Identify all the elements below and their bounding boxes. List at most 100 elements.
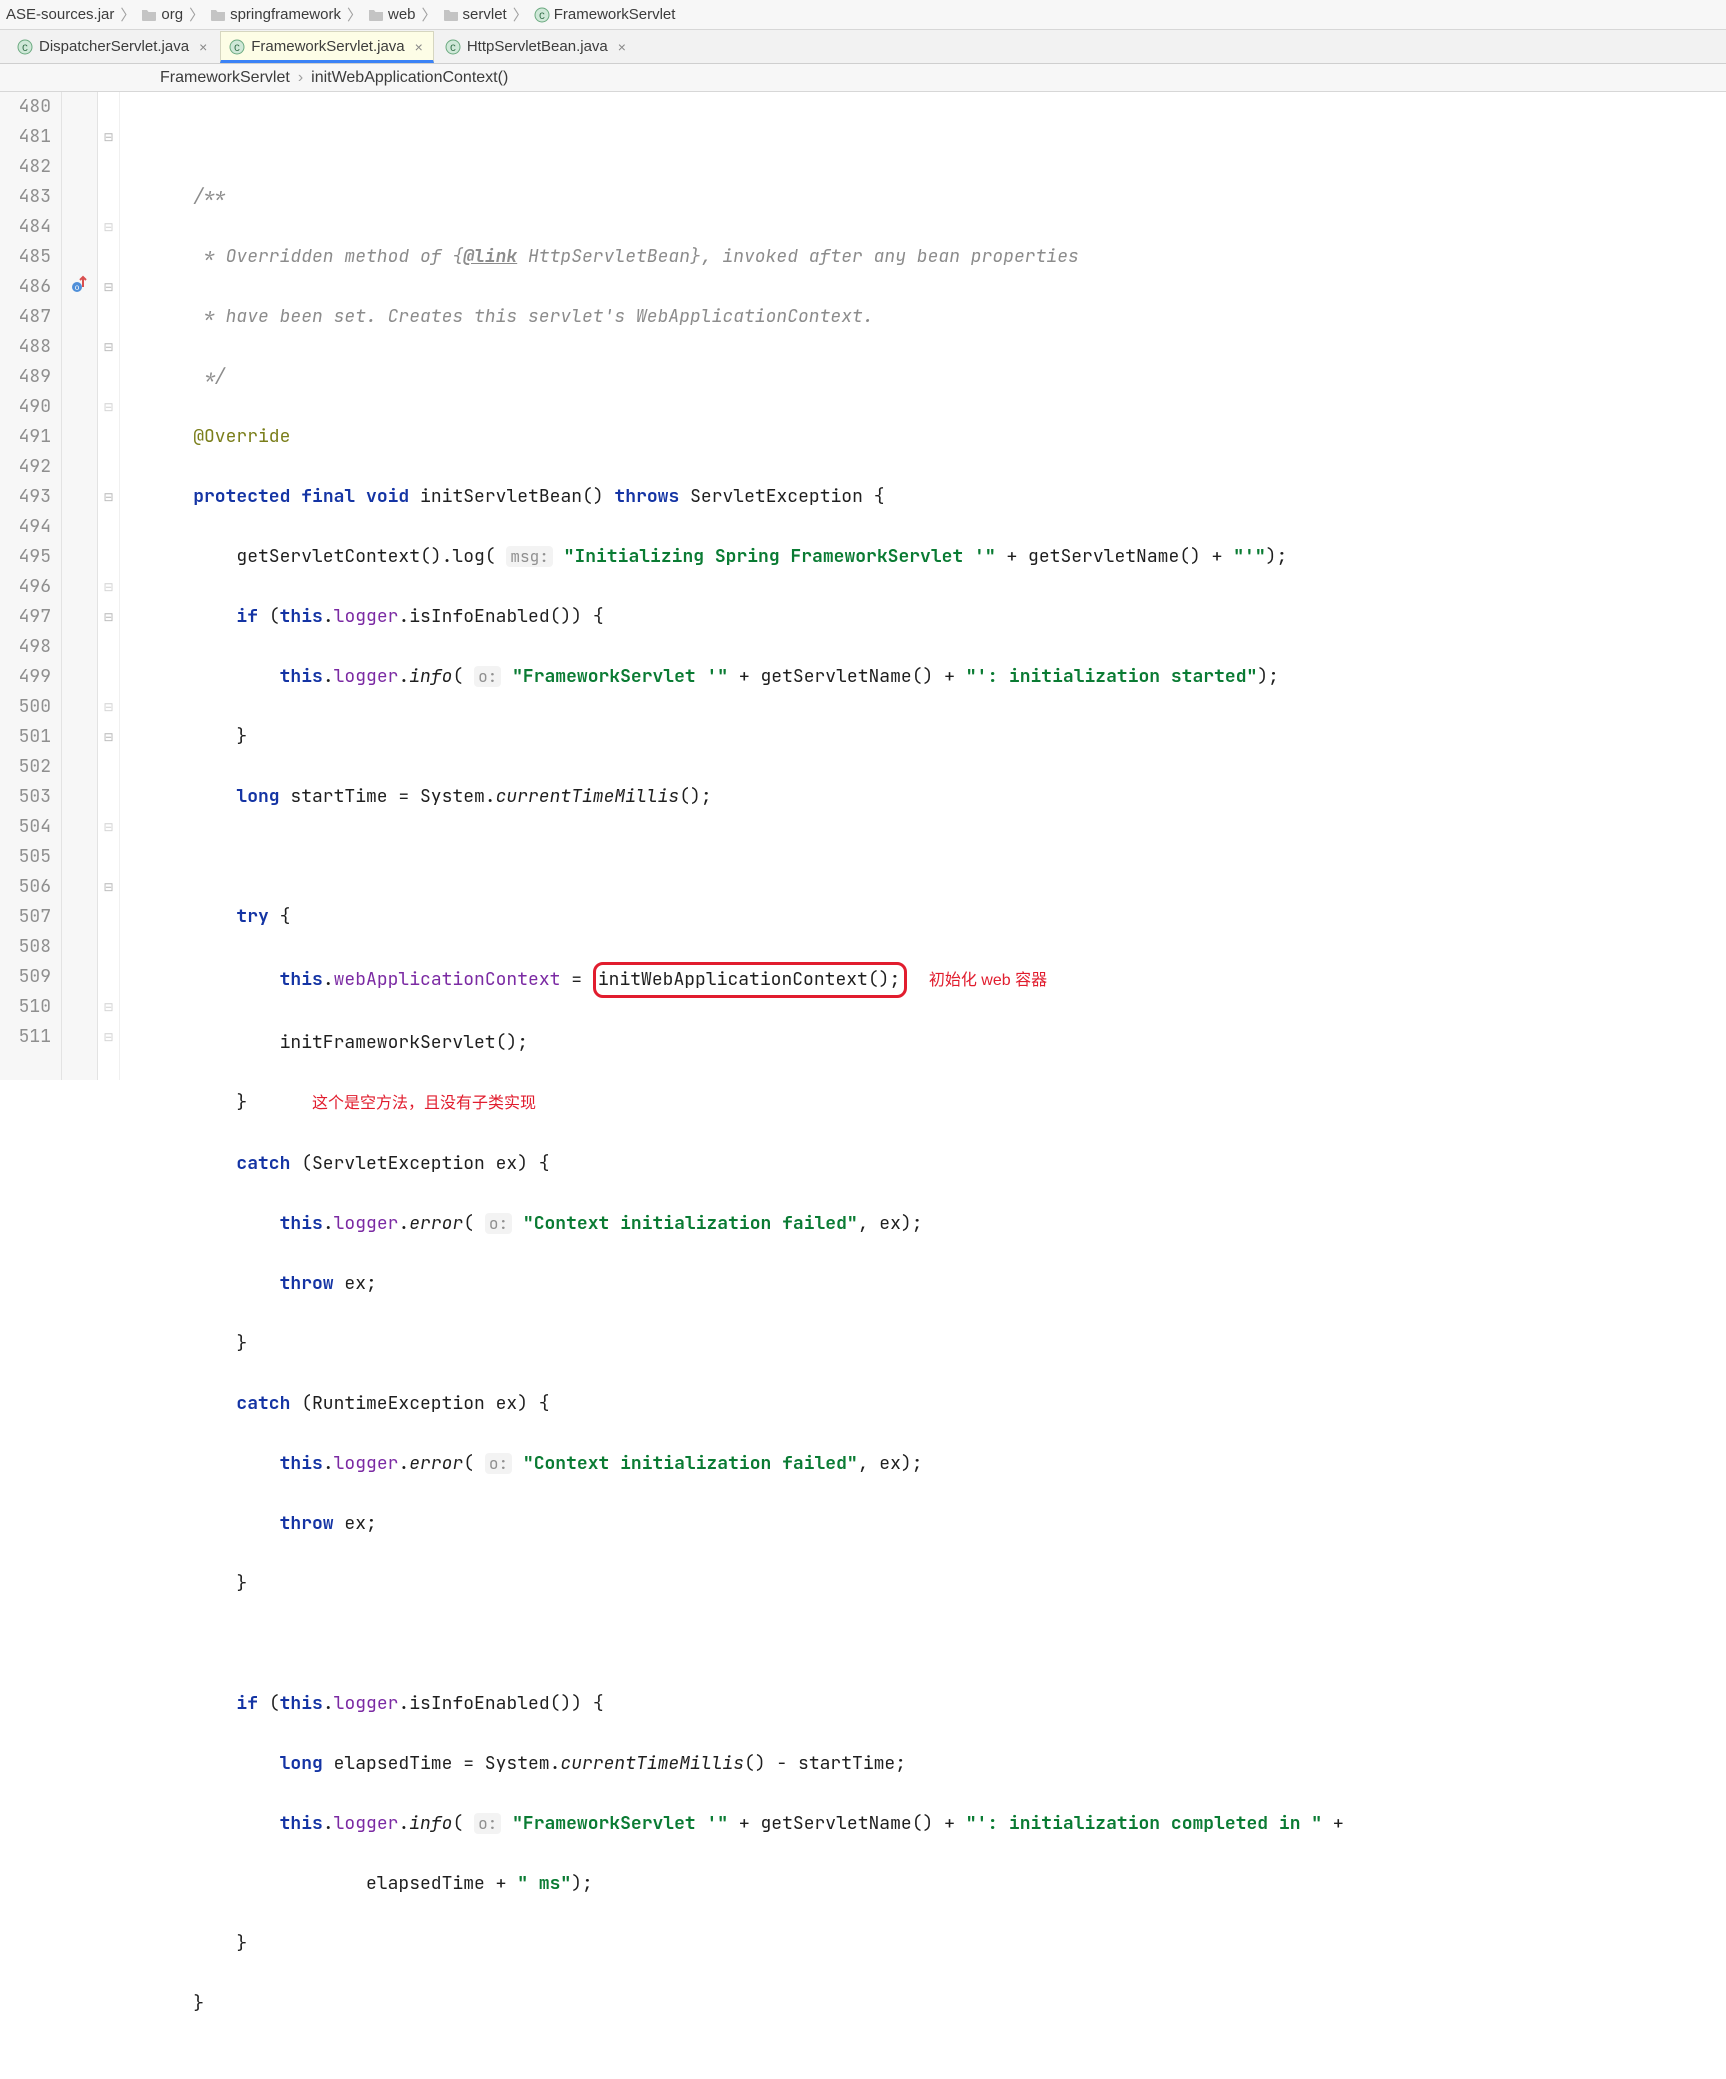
code-line: long startTime = System.currentTimeMilli… (150, 782, 1726, 812)
folder-icon (210, 8, 226, 22)
highlight-box: initWebApplicationContext(); (593, 962, 907, 998)
fold-open-icon[interactable] (98, 722, 119, 752)
line-number-gutter: 4804814824834844854864874884894904914924… (0, 92, 62, 1080)
class-icon: C (534, 7, 550, 23)
code-line: @Override (150, 422, 1726, 452)
fold-close-icon[interactable] (98, 392, 119, 422)
svg-text:o: o (75, 284, 80, 293)
tab-framework[interactable]: C FrameworkServlet.java × (220, 31, 434, 63)
code-line: throw ex; (150, 1509, 1726, 1539)
code-line: } (150, 1569, 1726, 1599)
code-line: this.logger.error( o: "Context initializ… (150, 1209, 1726, 1239)
tab-dispatcher[interactable]: C DispatcherServlet.java × (8, 31, 218, 63)
svg-text:C: C (234, 44, 240, 55)
folder-icon (368, 8, 384, 22)
code-line: this.logger.info( o: "FrameworkServlet '… (150, 1809, 1726, 1839)
method-path-method[interactable]: initWebApplicationContext() (311, 69, 508, 87)
close-icon[interactable]: × (199, 39, 207, 55)
fold-close-icon[interactable] (98, 212, 119, 242)
folder-icon (141, 8, 157, 22)
code-line (150, 122, 1726, 152)
code-line: } 这个是空方法，且没有子类实现 (150, 1088, 1726, 1119)
chevron-right-icon: 〉 (189, 4, 204, 25)
code-line: this.logger.error( o: "Context initializ… (150, 1449, 1726, 1479)
fold-close-icon[interactable] (98, 692, 119, 722)
code-line: elapsedTime + " ms"); (150, 1869, 1726, 1899)
code-line: getServletContext().log( msg: "Initializ… (150, 542, 1726, 572)
code-line: } (150, 1989, 1726, 2019)
crumb-web-label: web (388, 6, 416, 23)
code-line: catch (ServletException ex) { (150, 1149, 1726, 1179)
fold-close-icon[interactable] (98, 572, 119, 602)
fold-open-icon[interactable] (98, 482, 119, 512)
code-line: this.logger.info( o: "FrameworkServlet '… (150, 662, 1726, 692)
code-area[interactable]: /** * Overridden method of {@link HttpSe… (120, 92, 1726, 1080)
crumb-web[interactable]: web (368, 6, 416, 23)
svg-text:C: C (450, 44, 456, 55)
code-line: if (this.logger.isInfoEnabled()) { (150, 602, 1726, 632)
fold-open-icon[interactable] (98, 122, 119, 152)
svg-text:C: C (539, 12, 545, 23)
fold-close-icon[interactable] (98, 812, 119, 842)
crumb-org[interactable]: org (141, 6, 183, 23)
code-line: throw ex; (150, 1269, 1726, 1299)
chevron-right-icon: 〉 (422, 4, 437, 25)
svg-text:C: C (22, 44, 28, 55)
code-line: } (150, 1329, 1726, 1359)
fold-open-icon[interactable] (98, 872, 119, 902)
fold-open-icon[interactable] (98, 332, 119, 362)
code-line: catch (RuntimeException ex) { (150, 1389, 1726, 1419)
method-path-bar: FrameworkServlet › initWebApplicationCon… (0, 64, 1726, 92)
tab-httpservletbean-label: HttpServletBean.java (467, 38, 608, 55)
crumb-jar-label: ASE-sources.jar (6, 6, 114, 23)
class-icon: C (229, 39, 245, 55)
code-line: * have been set. Creates this servlet's … (150, 302, 1726, 332)
crumb-spring-label: springframework (230, 6, 341, 23)
fold-close-icon[interactable] (98, 992, 119, 1022)
annotation-below: 这个是空方法，且没有子类实现 (312, 1095, 536, 1112)
fold-column (98, 92, 120, 1080)
code-line: if (this.logger.isInfoEnabled()) { (150, 1689, 1726, 1719)
code-line: */ (150, 362, 1726, 392)
close-icon[interactable]: × (415, 39, 423, 55)
override-gutter-icon[interactable]: o (68, 272, 92, 296)
tab-framework-label: FrameworkServlet.java (251, 38, 404, 55)
annotation-right: 初始化 web 容器 (929, 972, 1047, 989)
code-line: this.webApplicationContext = initWebAppl… (150, 962, 1726, 998)
chevron-right-icon: 〉 (120, 4, 135, 25)
chevron-right-icon: 〉 (347, 4, 362, 25)
code-line: } (150, 1929, 1726, 1959)
class-icon: C (17, 39, 33, 55)
close-icon[interactable]: × (618, 39, 626, 55)
marker-column: o (62, 92, 98, 1080)
tab-bar: C DispatcherServlet.java × C FrameworkSe… (0, 30, 1726, 64)
method-path-class[interactable]: FrameworkServlet (160, 69, 290, 87)
crumb-org-label: org (161, 6, 183, 23)
code-line (150, 842, 1726, 872)
class-icon: C (445, 39, 461, 55)
code-line: /** (150, 182, 1726, 212)
fold-open-icon[interactable] (98, 602, 119, 632)
code-line: * Overridden method of {@link HttpServle… (150, 242, 1726, 272)
crumb-springframework[interactable]: springframework (210, 6, 341, 23)
code-line (150, 1629, 1726, 1659)
chevron-right-icon: 〉 (513, 4, 528, 25)
code-line: protected final void initServletBean() t… (150, 482, 1726, 512)
crumb-class[interactable]: C FrameworkServlet (534, 6, 676, 23)
fold-open-icon[interactable] (98, 272, 119, 302)
chevron-right-icon: › (298, 69, 303, 87)
folder-icon (443, 8, 459, 22)
code-line: initFrameworkServlet(); (150, 1028, 1726, 1058)
code-line: } (150, 722, 1726, 752)
code-line: long elapsedTime = System.currentTimeMil… (150, 1749, 1726, 1779)
code-line: try { (150, 902, 1726, 932)
crumb-jar[interactable]: ASE-sources.jar (6, 6, 114, 23)
breadcrumb-bar: ASE-sources.jar 〉 org 〉 springframework … (0, 0, 1726, 30)
code-editor[interactable]: 4804814824834844854864874884894904914924… (0, 92, 1726, 1080)
crumb-servlet[interactable]: servlet (443, 6, 507, 23)
crumb-class-label: FrameworkServlet (554, 6, 676, 23)
crumb-servlet-label: servlet (463, 6, 507, 23)
tab-httpservletbean[interactable]: C HttpServletBean.java × (436, 31, 637, 63)
tab-dispatcher-label: DispatcherServlet.java (39, 38, 189, 55)
fold-close-icon[interactable] (98, 1022, 119, 1052)
